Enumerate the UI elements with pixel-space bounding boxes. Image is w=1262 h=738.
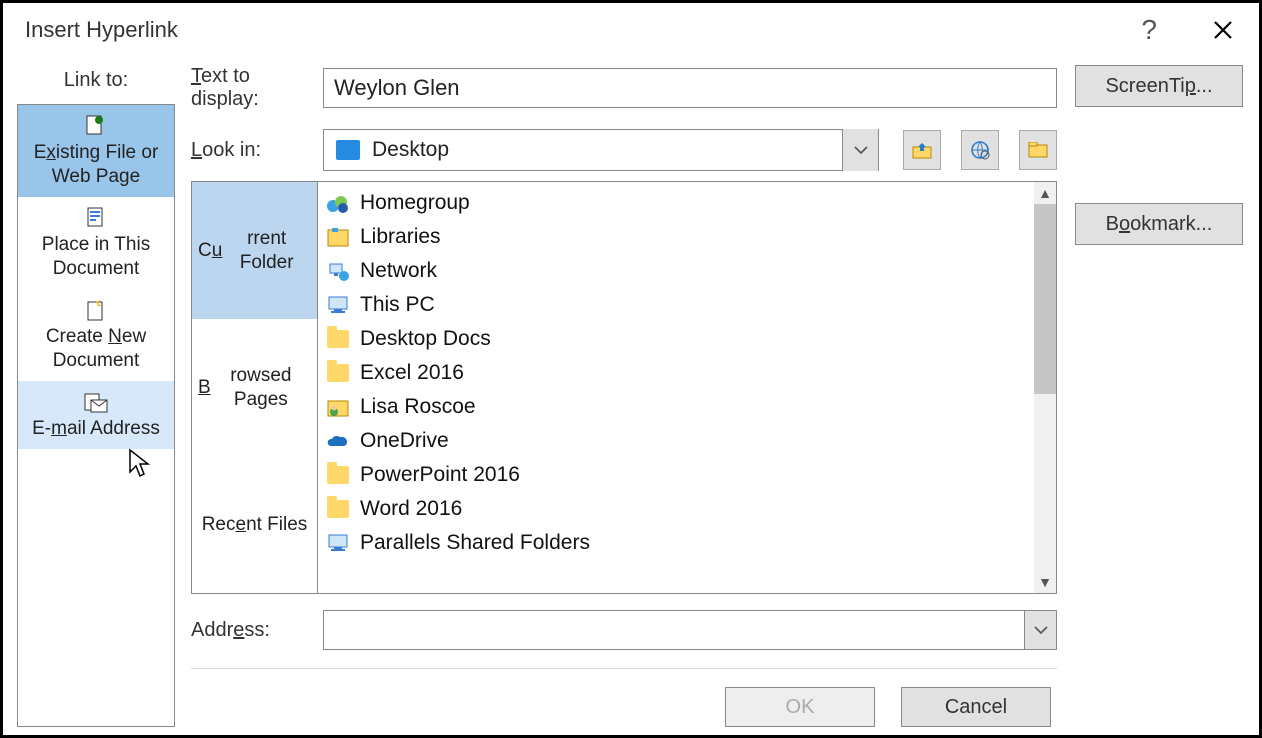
help-icon[interactable]: ? [1141,14,1157,46]
text-to-display-input[interactable] [323,68,1057,108]
link-to-list: Existing File or Web Page Place in This … [17,104,175,727]
dialog-footer: OK Cancel [191,669,1057,727]
list-item[interactable]: Lisa Roscoe [318,390,1056,424]
list-item-label: Lisa Roscoe [360,395,476,419]
link-to-label: Link to: [64,69,128,92]
list-item-label: Parallels Shared Folders [360,531,590,555]
desktop-icon [336,140,360,160]
address-label: Address: [191,619,323,642]
up-one-level-button[interactable] [903,130,941,170]
folder-icon [326,328,350,350]
libraries-icon [326,226,350,248]
create-new-doc-icon [83,297,109,323]
titlebar: Insert Hyperlink ? [3,3,1259,57]
scroll-down-arrow[interactable]: ▼ [1034,571,1056,593]
ok-button[interactable]: OK [725,687,875,727]
list-item-label: Word 2016 [360,497,462,521]
folder-icon [326,498,350,520]
list-item-label: This PC [360,293,435,317]
thispc-icon [326,294,350,316]
list-item-label: PowerPoint 2016 [360,463,520,487]
file-list[interactable]: Homegroup Libraries Network This PC Desktop … [318,182,1056,593]
list-item[interactable]: Excel 2016 [318,356,1056,390]
tab-current-folder[interactable]: Current Folder [192,182,318,319]
browse-web-button[interactable] [961,130,999,170]
address-combo[interactable] [323,610,1057,650]
browse-area: Current Folder Browsed Pages Recent File… [191,181,1057,594]
address-dropdown-arrow[interactable] [1024,611,1056,649]
text-to-display-label: Text to display: [191,65,323,111]
list-item-label: Libraries [360,225,441,249]
list-item[interactable]: PowerPoint 2016 [318,458,1056,492]
onedrive-icon [326,430,350,452]
place-in-document-icon [83,205,109,231]
folder-icon [326,464,350,486]
linkto-place-in-document[interactable]: Place in This Document [18,197,174,289]
bookmark-button[interactable]: Bookmark... [1075,203,1243,245]
list-item[interactable]: Homegroup [318,186,1056,220]
linkto-existing-file[interactable]: Existing File or Web Page [18,105,174,197]
address-input[interactable] [324,611,1024,649]
userfolder-icon [326,396,350,418]
list-item[interactable]: Libraries [318,220,1056,254]
browse-tabs: Current Folder Browsed Pages Recent File… [192,182,318,593]
list-item[interactable]: Word 2016 [318,492,1056,526]
list-item-label: Network [360,259,437,283]
scrollbar[interactable]: ▲ ▼ [1034,182,1056,593]
right-buttons-column: ScreenTip... Bookmark... [1067,57,1251,727]
network-icon [326,260,350,282]
browse-file-button[interactable] [1019,130,1057,170]
homegroup-icon [326,192,350,214]
folder-icon [326,362,350,384]
dialog-title: Insert Hyperlink [25,17,178,43]
look-in-combo[interactable]: Desktop [323,129,879,171]
list-item[interactable]: Parallels Shared Folders [318,526,1056,560]
existing-file-icon [83,113,109,139]
screentip-button[interactable]: ScreenTip... [1075,65,1243,107]
main-content: Text to display: Look in: Desktop [181,57,1067,727]
list-item-label: OneDrive [360,429,449,453]
list-item[interactable]: Network [318,254,1056,288]
scroll-thumb[interactable] [1034,204,1056,394]
tab-recent-files[interactable]: Recent Files [192,456,318,593]
linkto-create-new-document[interactable]: Create New Document [18,289,174,381]
list-item-label: Desktop Docs [360,327,491,351]
list-item[interactable]: Desktop Docs [318,322,1056,356]
look-in-value: Desktop [372,138,842,162]
close-icon[interactable] [1209,20,1237,40]
scroll-up-arrow[interactable]: ▲ [1034,182,1056,204]
thispc-icon [326,532,350,554]
link-to-column: Link to: Existing File or Web Page Place… [11,57,181,727]
list-item-label: Excel 2016 [360,361,464,385]
list-item-label: Homegroup [360,191,470,215]
tab-browsed-pages[interactable]: Browsed Pages [192,319,318,456]
linkto-email-address[interactable]: E-mail Address [18,381,174,449]
look-in-label: Look in: [191,139,323,162]
look-in-dropdown-arrow[interactable] [842,129,878,171]
email-icon [83,389,109,415]
cancel-button[interactable]: Cancel [901,687,1051,727]
list-item[interactable]: OneDrive [318,424,1056,458]
list-item[interactable]: This PC [318,288,1056,322]
dialog-window: Insert Hyperlink ? Link to: Existing Fil… [0,0,1262,738]
